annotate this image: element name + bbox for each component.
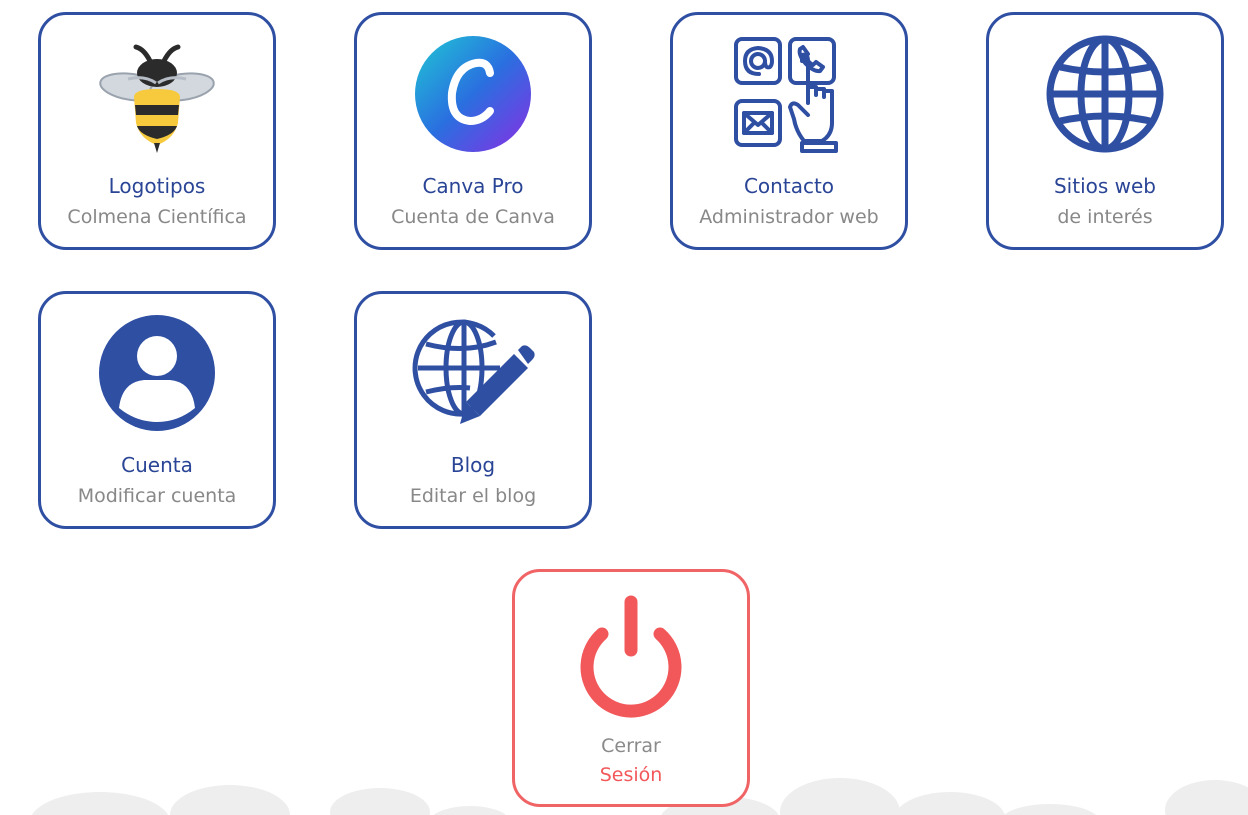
tile-title: Canva Pro — [422, 174, 524, 198]
tile-sitios-web[interactable]: Sitios web de interés — [986, 12, 1224, 250]
tile-title: Contacto — [743, 174, 835, 198]
power-icon — [568, 594, 694, 720]
tile-subtitle: Editar el blog — [409, 485, 537, 507]
tile-blog[interactable]: Blog Editar el blog — [354, 291, 592, 529]
tile-title: Cuenta — [121, 453, 193, 477]
tile-canva-pro[interactable]: Canva Pro Cuenta de Canva — [354, 12, 592, 250]
tile-subtitle: Colmena Científica — [67, 206, 247, 228]
logout-title: Cerrar — [601, 735, 661, 757]
tile-contacto[interactable]: Contacto Administrador web — [670, 12, 908, 250]
tile-cuenta[interactable]: Cuenta Modificar cuenta — [38, 291, 276, 529]
tile-title: Blog — [450, 453, 496, 477]
logout-subtitle: Sesión — [599, 764, 663, 786]
user-icon — [94, 310, 220, 436]
tile-subtitle: Modificar cuenta — [77, 485, 237, 507]
tile-title: Sitios web — [1053, 174, 1157, 198]
tile-subtitle: de interés — [1057, 206, 1153, 228]
tile-logotipos[interactable]: Logotipos Colmena Científica — [38, 12, 276, 250]
globe-icon — [1042, 31, 1168, 157]
dashboard: Logotipos Colmena Científica Canva Pro C… — [0, 0, 1248, 815]
tile-subtitle: Cuenta de Canva — [391, 206, 555, 228]
tile-title: Logotipos — [108, 174, 206, 198]
globe-pencil-icon — [410, 310, 536, 436]
canva-logo-icon — [410, 31, 536, 157]
tile-subtitle: Administrador web — [699, 206, 879, 228]
contact-icon — [726, 31, 852, 157]
logout-button[interactable]: Cerrar Sesión — [512, 569, 750, 807]
bee-icon — [94, 31, 220, 157]
